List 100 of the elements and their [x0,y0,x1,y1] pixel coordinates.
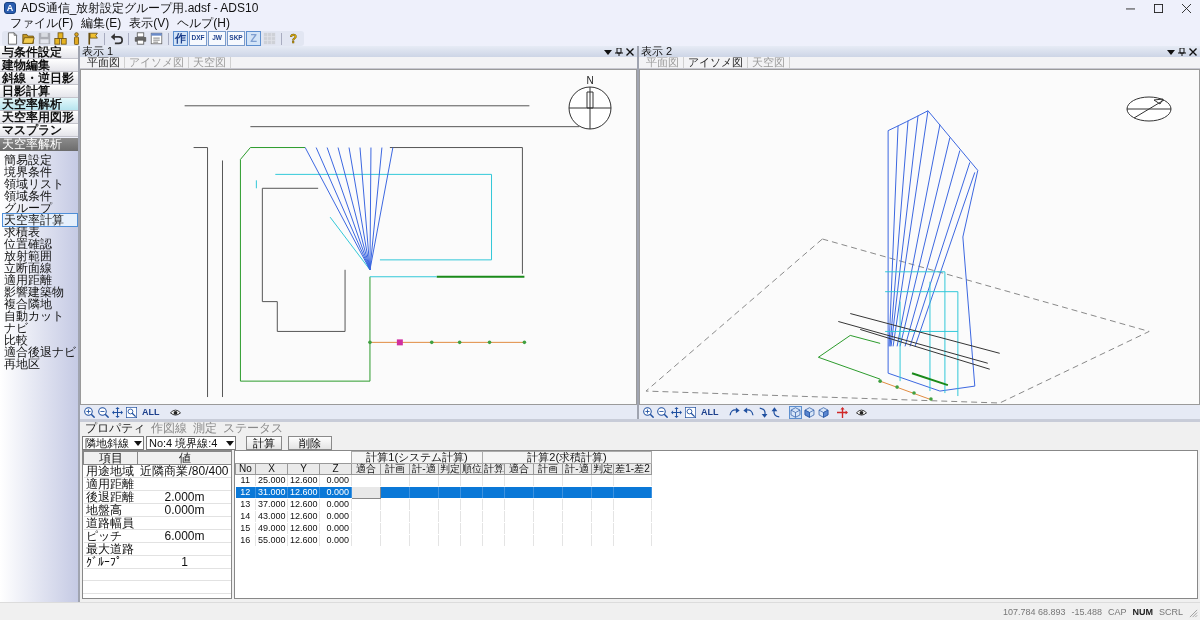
toolbar-button[interactable] [133,31,148,46]
nav-item[interactable]: 天空率計算 [3,214,77,226]
dropdown[interactable]: 隣地斜線 [82,435,144,450]
view-tool-button[interactable] [684,405,697,419]
table-cell: 後退距離 [83,490,138,504]
view-menu-button[interactable] [1167,47,1175,56]
table-row[interactable]: 11 25.000 12.600 0.000 [235,474,652,487]
menu-item[interactable]: 編集(E) [77,16,126,31]
undo-icon [110,32,123,45]
view-tool-button[interactable] [125,405,138,419]
curved-arrow-icon [728,406,740,418]
nav-item[interactable]: 複合隣地 [3,298,77,310]
table-cell: 12.600 [287,534,320,547]
view-tool-button[interactable] [111,405,124,419]
view-close-button[interactable] [1189,47,1197,56]
nav-item[interactable]: 比較 [3,334,77,346]
nav-item[interactable]: 再地区 [3,358,77,370]
nav-item[interactable]: 簡易設定 [3,154,77,166]
column-group-header: 計算1(システム計算) [351,451,483,464]
nav-item[interactable]: 適用距離 [3,274,77,286]
column-header: 判定 [591,463,614,475]
menu-item[interactable]: ヘルプ(H) [173,16,234,31]
table-row[interactable]: 13 37.000 12.600 0.000 [235,498,652,511]
nav-item[interactable]: 領域条件 [3,190,77,202]
caret-icon [604,47,612,56]
table-cell: 43.000 [255,510,288,523]
panel-button[interactable]: 計算 [246,435,282,450]
table-cell: 37.000 [255,498,288,511]
key-indicator: NUM [1132,606,1153,617]
north-label: N [586,75,594,86]
table-row[interactable]: 12 31.000 12.600 0.000 [235,486,652,499]
mode-button[interactable]: 建物編集 [0,59,78,72]
nav-item[interactable]: 位置確認 [3,238,77,250]
view-title: 表示 2 [641,46,673,57]
menu-item[interactable]: 表示(V) [125,16,174,31]
table-cell: 12.600 [287,474,320,487]
mode-button[interactable]: 日影計算 [0,85,78,98]
table-cell: 0.000 [319,510,352,523]
zoom-out-icon [98,406,109,418]
toolbar-button[interactable] [85,31,100,46]
table-cell: 15 [235,522,256,535]
blocks-icon [54,32,67,45]
mode-button[interactable]: マスプラン [0,124,78,137]
table-row[interactable]: 14 43.000 12.600 0.000 [235,510,652,523]
dropdown[interactable]: No:4 境界線:4 [146,435,236,450]
column-header: 計算 [482,463,505,475]
nav-item[interactable]: 自動カット [3,310,77,322]
pin-button[interactable] [615,47,623,56]
toolbar-button[interactable]: 作 [173,31,188,46]
table-cell: 0.000 [319,498,352,511]
nav-item[interactable]: ナビ [3,322,77,334]
view-close-button[interactable] [626,47,634,56]
panel-button[interactable]: 削除 [288,435,332,450]
mode-button[interactable]: 天空率用図形 [0,111,78,124]
table-cell: 49.000 [255,522,288,535]
view-tab[interactable]: アイソメ図 [684,57,748,68]
toolbar-button[interactable] [53,31,68,46]
nav-item[interactable]: 放射範囲 [3,250,77,262]
zoom-in-icon [84,406,95,418]
close-icon [1181,3,1191,13]
table-cell: 用途地域 [83,464,138,478]
view-tool-button[interactable]: ALL [698,405,722,419]
view-menu-button[interactable] [604,47,612,56]
pin-icon [1178,47,1186,56]
toolbar-button[interactable] [21,31,36,46]
table-cell: 0.000 [319,474,352,487]
app-logo: A [4,2,16,14]
printer-icon [134,32,147,45]
view-tool-button[interactable] [642,405,655,419]
mode-button[interactable]: 斜線・逆日影 [0,72,78,85]
nav-item[interactable]: 境界条件 [3,166,77,178]
nav-item[interactable]: 求積表 [3,226,77,238]
toolbar-button[interactable] [109,31,124,46]
table-cell: 2.000m [137,490,231,504]
column-header: 項目 [83,451,138,465]
table-row[interactable]: 15 49.000 12.600 0.000 [235,522,652,535]
nav-item[interactable]: 領域リスト [3,178,77,190]
panel-tab[interactable]: プロパティ [82,422,148,435]
view-tab[interactable]: 平面図 [83,57,125,68]
column-header: 適合 [351,463,381,475]
view-tool-button[interactable] [670,405,683,419]
eye-icon [855,406,867,418]
view-tool-button[interactable] [83,405,96,419]
mode-button[interactable]: 天空率解析 [0,98,78,111]
pin-button[interactable] [1178,47,1186,56]
nav-item[interactable]: 立断面線 [3,262,77,274]
column-header: 差1-差2 [613,463,652,475]
table-cell: 適用距離 [83,477,138,491]
nav-item[interactable]: 影響建築物 [3,286,77,298]
coordinates-readout: 107.784 68.893 [1002,606,1066,617]
pin-icon [615,47,623,56]
table-row[interactable]: 16 55.000 12.600 0.000 [235,534,652,547]
mode-button[interactable]: 与条件設定 [0,46,78,59]
nav-item[interactable]: グループ [3,202,77,214]
menu-item[interactable]: ファイル(F) [6,16,78,31]
section-header: 天空率解析 [0,138,78,151]
document-icon [6,32,19,45]
column-header: 計画 [533,463,563,475]
resize-grip-icon[interactable] [1189,609,1198,618]
nav-item[interactable]: 適合後退ナビ [3,346,77,358]
